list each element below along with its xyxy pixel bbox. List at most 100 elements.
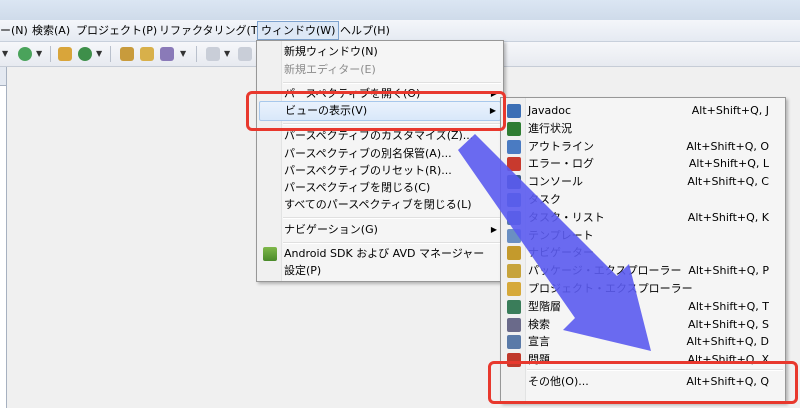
menu-item-label: パースペクティブのリセット(R)... [284,164,452,177]
menu-item-label: 宣言 [528,335,550,349]
menu-item-preferences[interactable]: 設定(P) [259,262,501,280]
view-menu-item[interactable]: プロジェクト・エクスプローラー [503,280,783,298]
menu-item-label: コンソール [528,175,583,189]
submenu-arrow-icon: ▶ [490,225,497,234]
new-package-icon[interactable] [58,47,72,61]
menu-item-shortcut: Alt+Shift+Q, S [688,317,769,331]
menu-item-save-perspective-as[interactable]: パースペクティブの別名保管(A)... [259,145,501,163]
window-title-bar [0,0,800,20]
menu-item-new-window[interactable]: 新規ウィンドウ(N) [259,43,501,61]
task-list-icon [507,210,521,225]
view-menu-item[interactable]: タスク・リスト Alt+Shift+Q, K [503,209,783,227]
search-icon [507,317,521,332]
menu-item-close-perspective[interactable]: パースペクティブを閉じる(C) [259,179,501,197]
menu-item-label: パースペクティブの別名保管(A)... [284,147,452,160]
console-icon [507,175,521,190]
dropdown-arrow-icon[interactable]: ▼ [224,49,230,58]
menu-item-label: パースペクティブを閉じる(C) [284,181,431,194]
menu-item-android-sdk-manager[interactable]: Android SDK および AVD マネージャー [259,245,501,263]
menu-item-label: 検索 [528,317,550,331]
view-menu-item[interactable]: パッケージ・エクスプローラー Alt+Shift+Q, P [503,262,783,280]
menu-item-label: Javadoc [528,104,571,117]
javadoc-icon [507,104,521,118]
menu-help[interactable]: ヘルプ(H) [340,23,390,39]
menu-item-label: Android SDK および AVD マネージャー [284,247,485,260]
menu-item-shortcut: Alt+Shift+Q, D [686,335,769,349]
menu-item-shortcut: Alt+Shift+Q, L [688,157,769,171]
declaration-icon [507,335,521,350]
view-menu-item[interactable]: Javadoc Alt+Shift+Q, J [503,102,783,120]
menu-separator [283,217,501,219]
view-menu-item[interactable]: アウトライン Alt+Shift+Q, O [503,138,783,156]
dropdown-arrow-icon[interactable]: ▼ [180,49,186,58]
menu-project[interactable]: プロジェクト(P) [76,23,157,39]
menu-item-label: ナビゲーション(G) [284,223,378,236]
task-icon [507,193,521,207]
view-menu-item[interactable]: 進行状況 [503,120,783,138]
menu-item-label: 新規エディター(E) [284,63,376,76]
menu-edit-partial[interactable]: ー(N) [0,23,28,39]
template-icon [507,228,521,243]
open-type-icon[interactable] [120,47,134,61]
menu-item-label: 設定(P) [284,264,322,277]
menu-search[interactable]: 検索(A) [32,23,70,39]
view-menu-item[interactable]: 型階層 Alt+Shift+Q, T [503,298,783,316]
menu-item-label: 型階層 [528,299,561,313]
toolbar-separator [50,46,51,62]
outline-icon [507,139,521,154]
view-menu-item[interactable]: コンソール Alt+Shift+Q, C [503,173,783,191]
menu-item-navigation[interactable]: ナビゲーション(G) ▶ [259,221,501,239]
highlight-box-other [488,361,798,404]
view-menu-item[interactable]: 検索 Alt+Shift+Q, S [503,316,783,334]
menu-bar: ー(N) 検索(A) プロジェクト(P) リファクタリング(T) ウィンドウ(W… [0,20,800,42]
menu-item-reset-perspective[interactable]: パースペクティブのリセット(R)... [259,162,501,180]
project-explorer-icon [507,282,521,296]
menu-item-shortcut: Alt+Shift+Q, T [688,299,769,313]
view-menu-item[interactable]: ナビゲーター [503,244,783,262]
dropdown-arrow-icon[interactable]: ▼ [36,49,42,58]
navigator-icon [507,246,521,261]
menu-item-label: エラー・ログ [528,157,594,171]
next-annotation-icon[interactable] [206,47,220,61]
type-hierarchy-icon [507,299,521,314]
menu-item-label: アウトライン [528,139,594,153]
menu-refactoring[interactable]: リファクタリング(T) [159,23,262,39]
toolbar-separator [110,46,111,62]
menu-item-label: 新規ウィンドウ(N) [284,45,378,58]
menu-separator [283,242,501,244]
error-log-icon [507,157,521,172]
left-view-tab[interactable] [0,67,6,86]
menu-item-label: タスク・リスト [528,210,605,224]
menu-item-shortcut: Alt+Shift+Q, C [687,175,769,189]
menu-item-shortcut: Alt+Shift+Q, K [687,210,769,224]
view-menu-item[interactable]: エラー・ログ Alt+Shift+Q, L [503,155,783,173]
menu-item-shortcut: Alt+Shift+Q, J [691,104,769,117]
open-folder-icon[interactable] [140,47,154,61]
menu-item-label: プロジェクト・エクスプローラー [528,282,693,295]
package-explorer-icon [507,264,521,279]
android-sdk-icon [263,247,277,261]
window-menu: 新規ウィンドウ(N) 新規エディター(E) パースペクティブを開く(O) ▶ ビュ… [256,40,504,282]
dropdown-arrow-icon[interactable]: ▼ [2,49,8,58]
show-view-submenu: Javadoc Alt+Shift+Q, J 進行状況 アウトライン Alt+Shift… [500,97,786,403]
left-view-pane [0,67,7,408]
menu-item-label: パッケージ・エクスプローラー [528,264,682,278]
view-menu-item[interactable]: 宣言 Alt+Shift+Q, D [503,333,783,351]
view-menu-item[interactable]: タスク [503,191,783,209]
search-tool-icon[interactable] [160,47,174,61]
view-menu-item[interactable]: テンプレート [503,227,783,245]
menu-separator [283,82,501,84]
progress-icon [507,121,521,136]
menu-item-label: すべてのパースペクティブを閉じる(L) [284,198,472,211]
dropdown-arrow-icon[interactable]: ▼ [96,49,102,58]
menu-item-label: テンプレート [528,228,594,242]
menu-item-label: ナビゲーター [528,246,594,260]
menu-window[interactable]: ウィンドウ(W) [257,21,340,40]
prev-annotation-icon[interactable] [238,47,252,61]
highlight-box-show-view [246,91,506,131]
run-icon[interactable] [18,47,32,61]
menu-item-close-all-perspectives[interactable]: すべてのパースペクティブを閉じる(L) [259,196,501,214]
menu-item-new-editor[interactable]: 新規エディター(E) [259,61,501,79]
new-class-icon[interactable] [78,47,92,61]
menu-item-label: タスク [528,193,561,206]
